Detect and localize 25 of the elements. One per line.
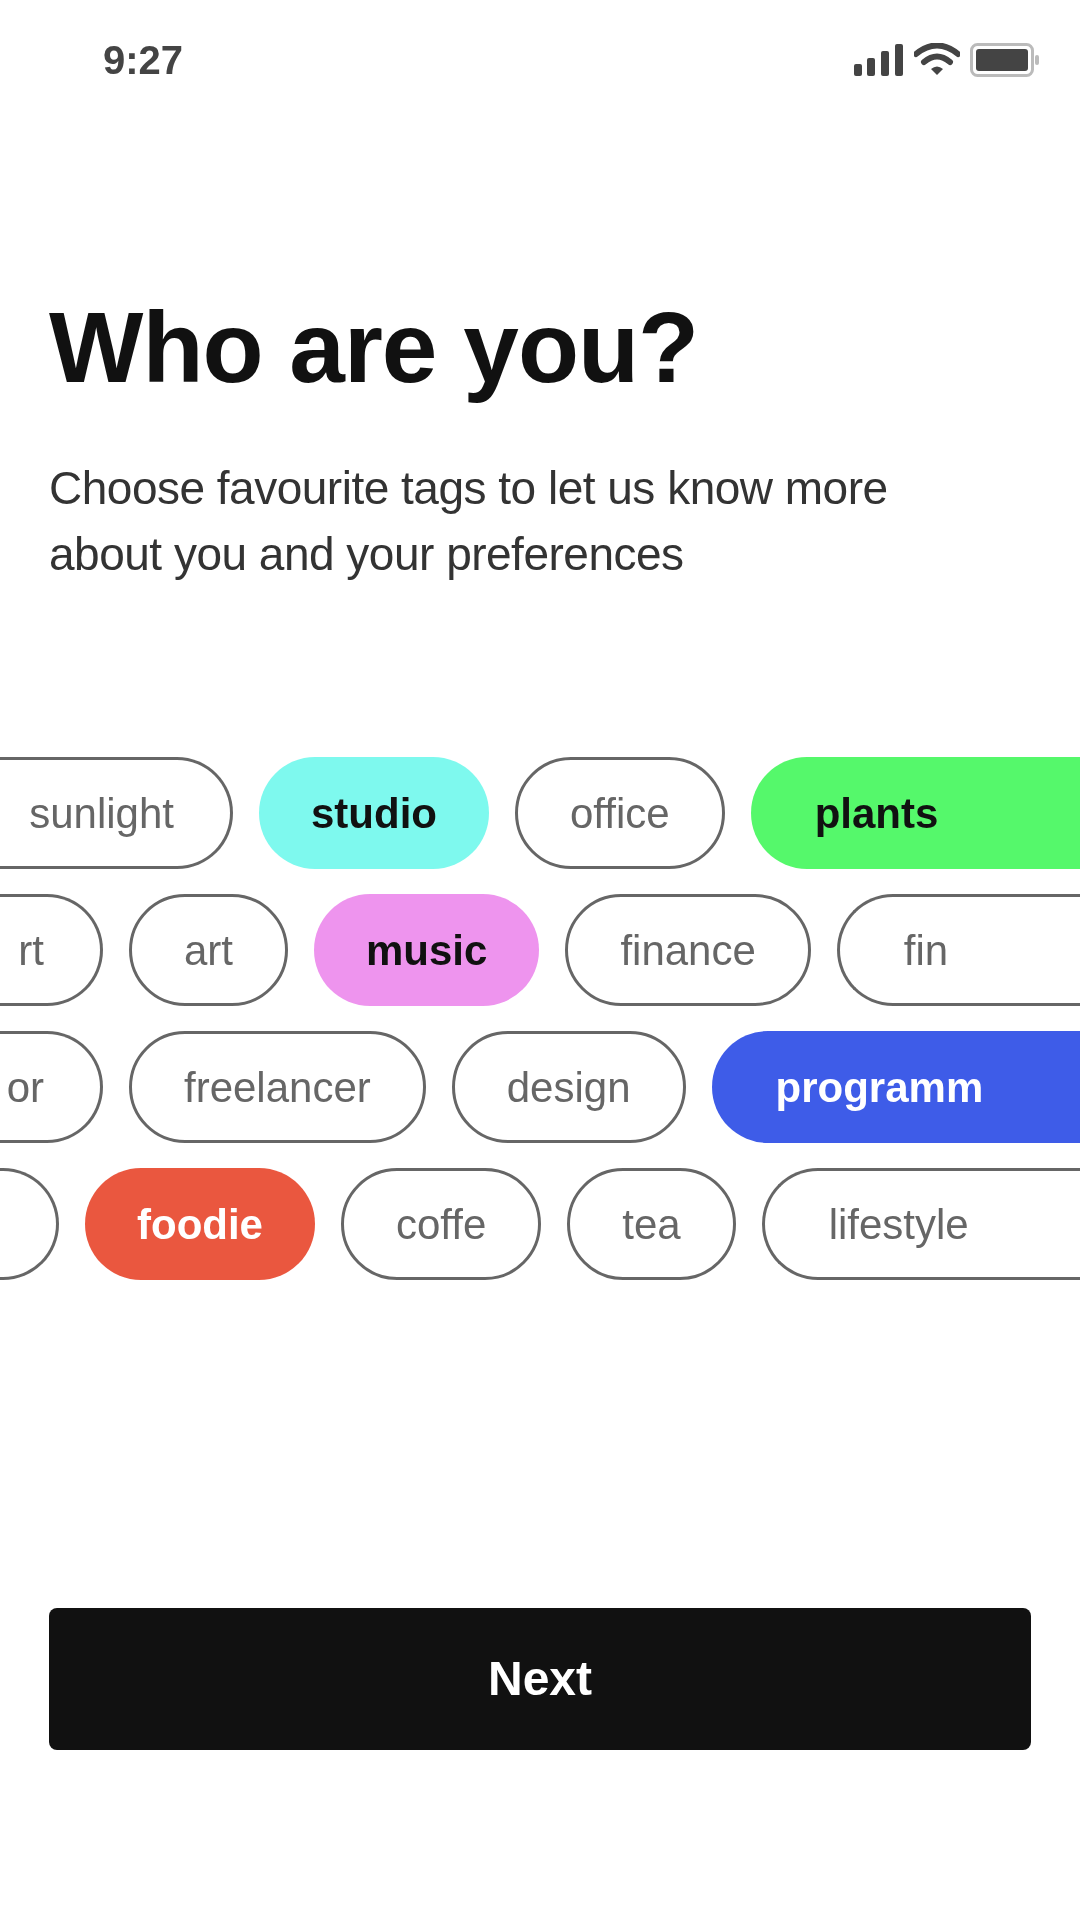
tag-chip[interactable]: rt — [0, 894, 103, 1006]
tag-chip[interactable]: finance — [565, 894, 811, 1006]
wifi-icon — [914, 43, 960, 77]
tag-chip[interactable]: programm — [711, 1031, 1080, 1143]
tag-chip[interactable]: studio — [259, 757, 489, 869]
tag-chip[interactable]: art — [129, 894, 288, 1006]
tag-chip[interactable] — [0, 1168, 59, 1280]
status-time: 9:27 — [103, 37, 184, 84]
tag-chip[interactable]: plants — [750, 757, 1080, 869]
tag-chip[interactable]: lifestyle — [761, 1168, 1080, 1280]
tag-chip[interactable]: tea — [567, 1168, 736, 1280]
tag-chip[interactable]: office — [515, 757, 725, 869]
signal-icon — [854, 44, 904, 76]
page-subtitle: Choose favourite tags to let us know more about you and your preferences — [49, 461, 889, 582]
tag-chip[interactable]: foodie — [85, 1168, 315, 1280]
battery-icon — [970, 43, 1040, 77]
tag-chip[interactable]: sunlight — [0, 757, 233, 869]
next-button[interactable]: Next — [49, 1608, 1031, 1750]
tag-chip[interactable]: fin — [836, 894, 1080, 1006]
tag-chip[interactable]: music — [314, 894, 540, 1006]
tag-chip[interactable]: or — [0, 1031, 103, 1143]
page-title: Who are you? — [49, 290, 700, 405]
tag-chip[interactable]: coffe — [341, 1168, 542, 1280]
tag-chip[interactable]: design — [451, 1031, 686, 1143]
tag-chip[interactable]: freelancer — [129, 1031, 426, 1143]
